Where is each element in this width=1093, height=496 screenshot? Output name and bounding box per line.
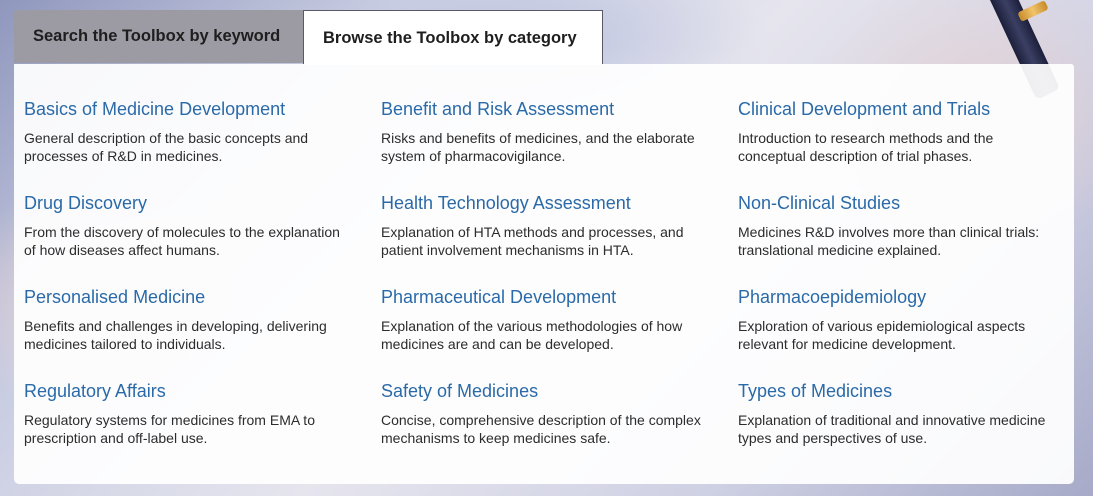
category-description: General description of the basic concept… [24, 130, 309, 164]
category-description: Benefits and challenges in developing, d… [24, 318, 327, 352]
category-link-personalised-medicine[interactable]: Personalised Medicine [24, 286, 381, 308]
category-link-basics[interactable]: Basics of Medicine Development [24, 98, 381, 120]
category-description: Regulatory systems for medicines from EM… [24, 412, 315, 446]
background-pen-ring [1017, 0, 1049, 22]
category-link-clinical-trials[interactable]: Clinical Development and Trials [738, 98, 1078, 120]
category-link-pharmaceutical-development[interactable]: Pharmaceutical Development [381, 286, 738, 308]
category-description: Medicines R&D involves more than clinica… [738, 224, 1040, 258]
category-grid: Basics of Medicine Development General d… [24, 98, 1078, 474]
category-link-benefit-risk[interactable]: Benefit and Risk Assessment [381, 98, 738, 120]
category-link-safety[interactable]: Safety of Medicines [381, 380, 738, 402]
category-item: Personalised Medicine Benefits and chall… [24, 286, 381, 380]
category-item: Non-Clinical Studies Medicines R&D invol… [738, 192, 1078, 286]
tab-browse-by-category[interactable]: Browse the Toolbox by category [303, 10, 603, 65]
category-panel: Basics of Medicine Development General d… [14, 64, 1074, 484]
category-link-pharmacoepidemiology[interactable]: Pharmacoepidemiology [738, 286, 1078, 308]
category-link-non-clinical[interactable]: Non-Clinical Studies [738, 192, 1078, 214]
category-description: From the discovery of molecules to the e… [24, 224, 340, 258]
category-link-drug-discovery[interactable]: Drug Discovery [24, 192, 381, 214]
tab-bar: Search the Toolbox by keyword Browse the… [14, 10, 603, 65]
category-description: Explanation of the various methodologies… [381, 318, 683, 352]
category-item: Pharmacoepidemiology Exploration of vari… [738, 286, 1078, 380]
category-link-hta[interactable]: Health Technology Assessment [381, 192, 738, 214]
category-description: Risks and benefits of medicines, and the… [381, 130, 695, 164]
category-item: Basics of Medicine Development General d… [24, 98, 381, 192]
category-item: Regulatory Affairs Regulatory systems fo… [24, 380, 381, 474]
category-item: Pharmaceutical Development Explanation o… [381, 286, 738, 380]
category-item: Benefit and Risk Assessment Risks and be… [381, 98, 738, 192]
category-link-types-of-medicines[interactable]: Types of Medicines [738, 380, 1078, 402]
category-item: Types of Medicines Explanation of tradit… [738, 380, 1078, 474]
category-description: Concise, comprehensive description of th… [381, 412, 701, 446]
category-description: Exploration of various epidemiological a… [738, 318, 1026, 352]
category-link-regulatory-affairs[interactable]: Regulatory Affairs [24, 380, 381, 402]
category-item: Health Technology Assessment Explanation… [381, 192, 738, 286]
category-item: Safety of Medicines Concise, comprehensi… [381, 380, 738, 474]
category-description: Explanation of HTA methods and processes… [381, 224, 684, 258]
category-item: Drug Discovery From the discovery of mol… [24, 192, 381, 286]
tab-search-by-keyword[interactable]: Search the Toolbox by keyword [14, 10, 303, 63]
category-description: Explanation of traditional and innovativ… [738, 412, 1046, 446]
category-item: Clinical Development and Trials Introduc… [738, 98, 1078, 192]
category-description: Introduction to research methods and the… [738, 130, 994, 164]
